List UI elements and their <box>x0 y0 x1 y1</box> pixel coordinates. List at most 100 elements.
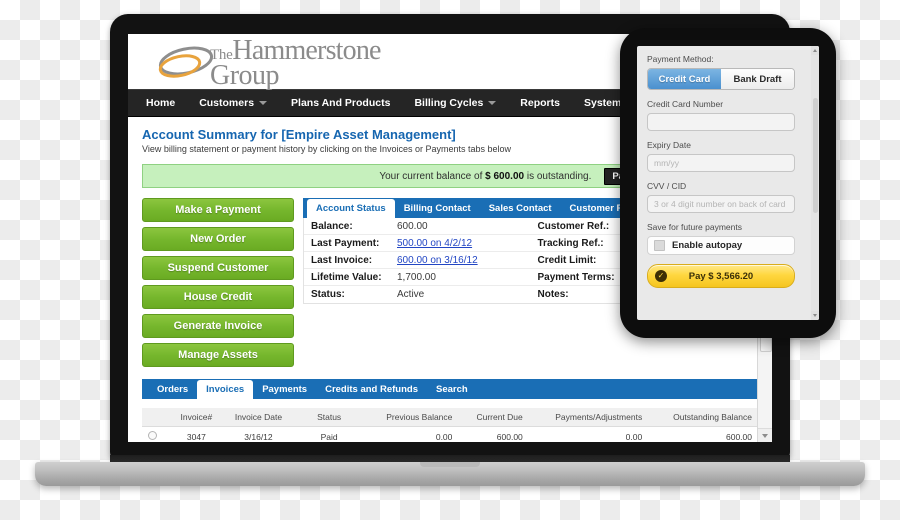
laptop-base-notch <box>420 462 480 467</box>
logo-group: Group <box>210 59 280 91</box>
make-a-payment-button[interactable]: Make a Payment <box>142 198 294 222</box>
row-select-cell[interactable] <box>142 426 170 442</box>
nav-label: System <box>583 97 622 109</box>
nav-item-reports[interactable]: Reports <box>520 97 560 109</box>
nav-item-home[interactable]: Home <box>146 97 175 109</box>
column-header-invoice-date: Invoice Date <box>222 408 295 427</box>
tab-payments[interactable]: Payments <box>253 380 316 399</box>
pay-button-label: Pay $ 3,566.20 <box>688 270 754 282</box>
column-header-outstanding-balance: Outstanding Balance <box>648 408 758 427</box>
status-row: Last Payment: 500.00 on 4/2/12 <box>304 235 531 252</box>
check-circle-icon: ✓ <box>655 270 667 282</box>
action-button-column: Make a Payment New Order Suspend Custome… <box>142 198 294 367</box>
column-header-payments-adjustments: Payments/Adjustments <box>528 408 649 427</box>
payment-method-segmented-control[interactable]: Credit Card Bank Draft <box>647 68 795 90</box>
tab-search[interactable]: Search <box>427 380 477 399</box>
status-label: Last Invoice: <box>311 254 373 266</box>
balance-suffix: is outstanding. <box>524 170 592 182</box>
tablet-scrollbar[interactable] <box>811 46 819 320</box>
cell-outstanding-balance: 600.00 <box>648 426 758 442</box>
column-header-current-due: Current Due <box>458 408 529 427</box>
expiry-date-input[interactable]: mm/yy <box>647 154 795 172</box>
status-label: Balance: <box>311 220 353 232</box>
scroll-down-button[interactable] <box>758 428 772 442</box>
house-credit-button[interactable]: House Credit <box>142 285 294 309</box>
chevron-down-icon <box>488 101 497 105</box>
status-value: Active <box>397 289 425 300</box>
caret-down-icon <box>813 314 817 317</box>
status-value: 600.00 <box>397 220 428 232</box>
last-invoice-link[interactable]: 600.00 on 3/16/12 <box>397 255 478 266</box>
status-label: Lifetime Value: <box>311 271 382 283</box>
status-value[interactable]: 600.00 on 3/16/12 <box>397 255 478 266</box>
save-for-future-payments-label: Save for future payments <box>647 222 742 232</box>
nav-item-billing-cycles[interactable]: Billing Cycles <box>414 97 497 109</box>
tab-credits-and-refunds[interactable]: Credits and Refunds <box>316 380 427 399</box>
tab-account-status[interactable]: Account Status <box>307 199 395 218</box>
nav-label: Customers <box>199 97 255 109</box>
select-column-header <box>142 408 170 427</box>
tab-billing-contact[interactable]: Billing Contact <box>395 199 480 218</box>
status-label: Last Payment: <box>311 237 380 249</box>
nav-label: Reports <box>520 97 560 109</box>
bank-draft-option[interactable]: Bank Draft <box>721 69 794 89</box>
nav-label: Home <box>146 97 176 109</box>
column-header-status: Status <box>294 408 365 427</box>
invoice-table: Invoice# Invoice Date Status Previous Ba… <box>142 408 758 442</box>
credit-card-option[interactable]: Credit Card <box>648 69 721 89</box>
status-row: Last Invoice: 600.00 on 3/16/12 <box>304 252 531 269</box>
generate-invoice-button[interactable]: Generate Invoice <box>142 314 294 338</box>
enable-autopay-label: Enable autopay <box>672 240 743 251</box>
balance-alert-text: Your current balance of $ 600.00 is outs… <box>379 171 591 182</box>
tablet-scroll-up-button[interactable] <box>811 46 819 55</box>
last-payment-link[interactable]: 500.00 on 4/2/12 <box>397 238 472 249</box>
caret-down-icon <box>762 433 768 438</box>
records-tab-bar[interactable]: Orders Invoices Payments Credits and Ref… <box>142 379 758 399</box>
status-label: Status: <box>311 289 345 300</box>
hammerstone-logo[interactable]: TheHammerstone Group <box>158 37 408 89</box>
nav-label: Plans And Products <box>291 97 391 109</box>
account-status-left-column: Balance: 600.00 Last Payment: 500.00 on … <box>304 218 531 303</box>
cell-status: Paid <box>294 426 365 442</box>
cvv-cid-input[interactable]: 3 or 4 digit number on back of card <box>647 195 795 213</box>
status-row: Status: Active <box>304 286 531 303</box>
tab-sales-contact[interactable]: Sales Contact <box>480 199 561 218</box>
logo-wordmark: TheHammerstone Group <box>210 37 381 91</box>
enable-autopay-checkbox-row[interactable]: Enable autopay <box>647 236 795 255</box>
status-value: 1,700.00 <box>397 271 436 283</box>
tablet-scrollbar-thumb[interactable] <box>812 98 818 213</box>
radio-button-icon[interactable] <box>148 431 157 440</box>
manage-assets-button[interactable]: Manage Assets <box>142 343 294 367</box>
balance-prefix: Your current balance of <box>379 170 486 182</box>
tab-orders[interactable]: Orders <box>148 380 197 399</box>
cell-previous-balance: 0.00 <box>364 426 459 442</box>
tab-invoices[interactable]: Invoices <box>197 380 254 399</box>
status-row: Lifetime Value: 1,700.00 <box>304 269 531 286</box>
status-value[interactable]: 500.00 on 4/2/12 <box>397 238 472 249</box>
cell-payments-adjustments: 0.00 <box>528 426 649 442</box>
credit-card-number-label: Credit Card Number <box>647 99 724 109</box>
status-label: Credit Limit: <box>537 254 597 266</box>
pay-button[interactable]: ✓ Pay $ 3,566.20 <box>647 264 795 288</box>
status-row: Balance: 600.00 <box>304 218 531 235</box>
nav-item-plans-and-products[interactable]: Plans And Products <box>291 97 390 109</box>
table-header-row: Invoice# Invoice Date Status Previous Ba… <box>142 408 758 427</box>
table-row[interactable]: 3047 3/16/12 Paid 0.00 600.00 0.00 600.0… <box>142 426 758 442</box>
payment-form: Payment Method: Credit Card Bank Draft C… <box>637 46 805 294</box>
nav-label: Billing Cycles <box>414 97 484 109</box>
tablet-screen: Payment Method: Credit Card Bank Draft C… <box>637 46 819 320</box>
cell-invoice-date: 3/16/12 <box>222 426 295 442</box>
caret-up-icon <box>813 49 817 52</box>
suspend-customer-button[interactable]: Suspend Customer <box>142 256 294 280</box>
balance-amount: $ 600.00 <box>485 170 525 182</box>
chevron-down-icon <box>259 101 268 105</box>
cell-invoice-number: 3047 <box>170 426 223 442</box>
status-label: Tracking Ref.: <box>537 237 604 249</box>
credit-card-number-input[interactable] <box>647 113 795 131</box>
new-order-button[interactable]: New Order <box>142 227 294 251</box>
tablet-scroll-down-button[interactable] <box>811 311 819 320</box>
checkbox-icon[interactable] <box>654 240 665 251</box>
cvv-cid-label: CVV / CID <box>647 181 687 191</box>
status-label: Payment Terms: <box>537 271 615 283</box>
nav-item-customers[interactable]: Customers <box>199 97 268 109</box>
